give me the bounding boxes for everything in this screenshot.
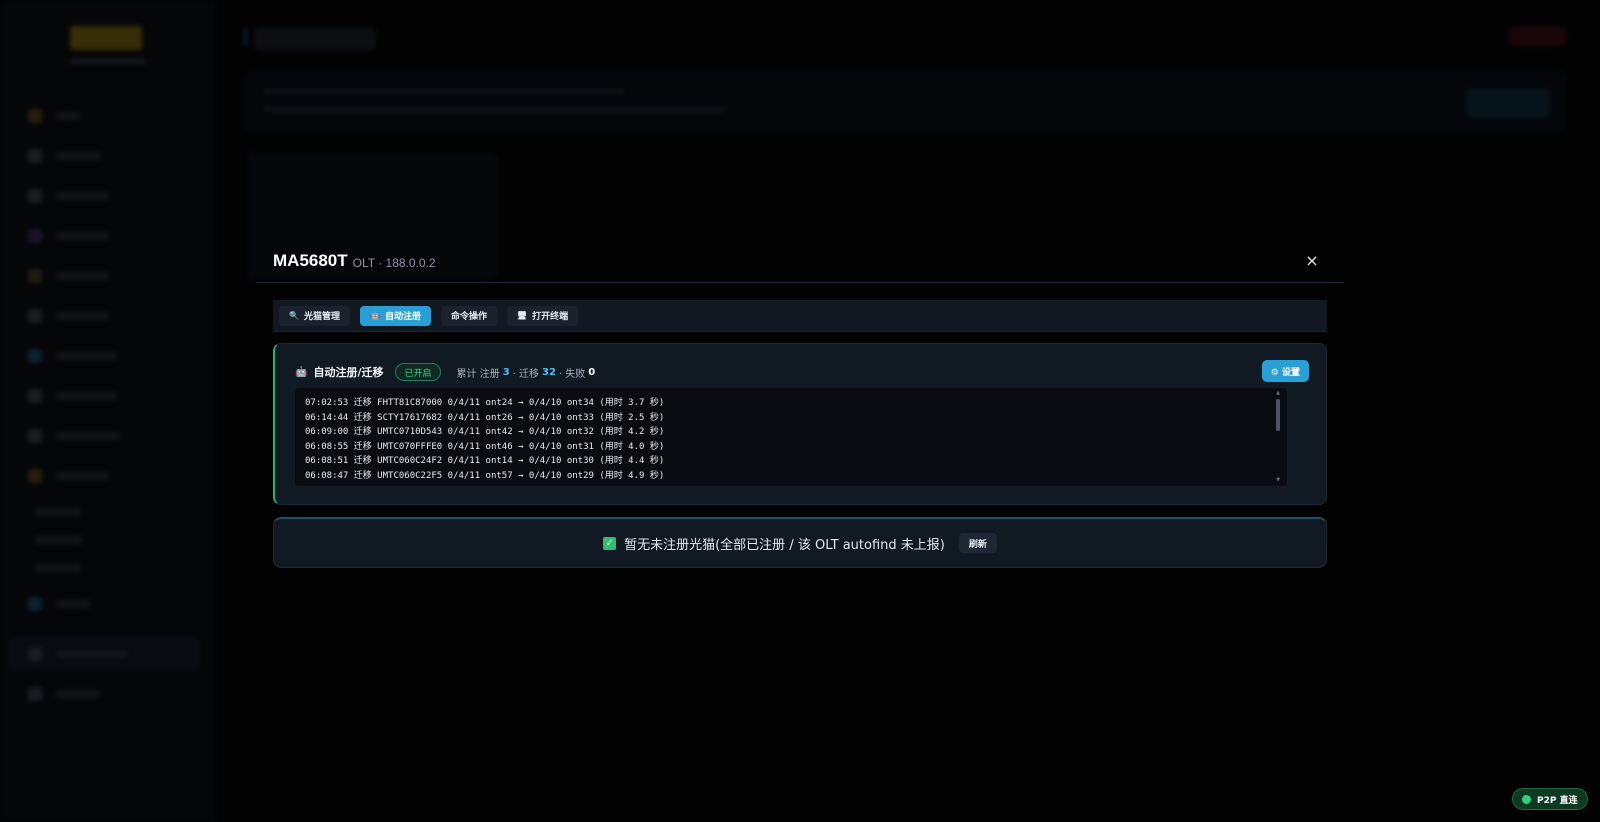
tab-label: 打开终端 (532, 312, 569, 322)
log-line: 06:08:47 迁移 UMTC060C22F5 0/4/11 ont57 → … (305, 470, 665, 481)
log-line: 06:09:00 迁移 UMTC0710D543 0/4/11 ont42 → … (305, 427, 665, 438)
log-line: 06:08:51 迁移 UMTC060C24F2 0/4/11 ont14 → … (305, 456, 665, 467)
p2p-status-badge[interactable]: P2P 直连 (1512, 788, 1588, 810)
tab-label: 命令操作 (450, 312, 487, 322)
panel-header: 🤖 自动注册/迁移 已开启 累计 注册 3 · 迁移 32 · 失败 0 (295, 362, 595, 382)
log-line: 06:08:55 迁移 UMTC070FFFE0 0/4/11 ont46 → … (305, 441, 665, 452)
stats-sep: · 失败 (558, 368, 586, 380)
tab-label: 光猫管理 (303, 312, 340, 322)
unregistered-onu-panel: ✓ 暂无未注册光猫(全部已注册 / 该 OLT autofind 未上报) 刷新 (273, 517, 1327, 568)
stats-summary: 累计 注册 3 · 迁移 32 · 失败 0 (457, 365, 596, 380)
log-line: 06:14:44 迁移 SCTY17617682 0/4/11 ont26 → … (305, 412, 665, 423)
status-badge: 已开启 (395, 363, 441, 381)
panel-title: 自动注册/迁移 (313, 366, 384, 379)
tab-terminal[interactable]: 🖥 打开终端 (506, 305, 579, 326)
scrollbar-thumb[interactable] (1276, 399, 1280, 431)
tab-bar: 🔍 光猫管理 🤖 自动注册 命令操作 🖥 打开终端 (273, 300, 1327, 332)
log-line: 07:02:53 迁移 FHTT81C87000 0/4/11 ont24 → … (305, 398, 665, 408)
event-log[interactable]: 07:02:53 迁移 FHTT81C87000 0/4/11 ont24 → … (295, 388, 1287, 486)
tab-label: 自动注册 (384, 312, 421, 322)
check-icon: ✓ (603, 536, 617, 550)
modal-header: MA5680T OLT · 188.0.0.2 × (256, 240, 1344, 283)
log-scrollbar[interactable]: ▲ ▼ (1275, 391, 1281, 483)
stats-sep: · 迁移 (512, 368, 540, 380)
status-dot-icon (1522, 794, 1531, 804)
scroll-down-icon[interactable]: ▼ (1275, 478, 1281, 483)
refresh-button[interactable]: 刷新 (958, 533, 997, 553)
tab-auto-register[interactable]: 🤖 自动注册 (359, 305, 431, 326)
settings-button[interactable]: ⚙ 设置 (1261, 360, 1309, 382)
stats-migrated: 32 (542, 366, 556, 378)
stats-failed: 0 (588, 366, 596, 378)
search-icon: 🔍 (289, 310, 299, 320)
p2p-label: P2P 直连 (1537, 795, 1578, 806)
terminal-icon: 🖥 (516, 310, 528, 320)
device-modal: MA5680T OLT · 188.0.0.2 × 🔍 光猫管理 🤖 自动注册 … (256, 240, 1344, 590)
auto-register-panel: 🤖 自动注册/迁移 已开启 累计 注册 3 · 迁移 32 · 失败 0 ⚙ 设… (273, 343, 1327, 505)
modal-title: MA5680T (273, 251, 348, 270)
tab-command[interactable]: 命令操作 (440, 305, 497, 326)
scroll-up-icon[interactable]: ▲ (1275, 391, 1281, 396)
robot-icon: 🤖 (295, 366, 308, 378)
robot-icon: 🤖 (369, 310, 380, 320)
stats-prefix: 累计 注册 (456, 368, 500, 380)
modal-subtitle: OLT · 188.0.0.2 (352, 255, 436, 270)
tab-onu-management[interactable]: 🔍 光猫管理 (279, 305, 350, 326)
close-icon[interactable]: × (1300, 248, 1324, 272)
empty-message: 暂无未注册光猫(全部已注册 / 该 OLT autofind 未上报) (624, 537, 945, 553)
stats-registered: 3 (502, 366, 510, 378)
